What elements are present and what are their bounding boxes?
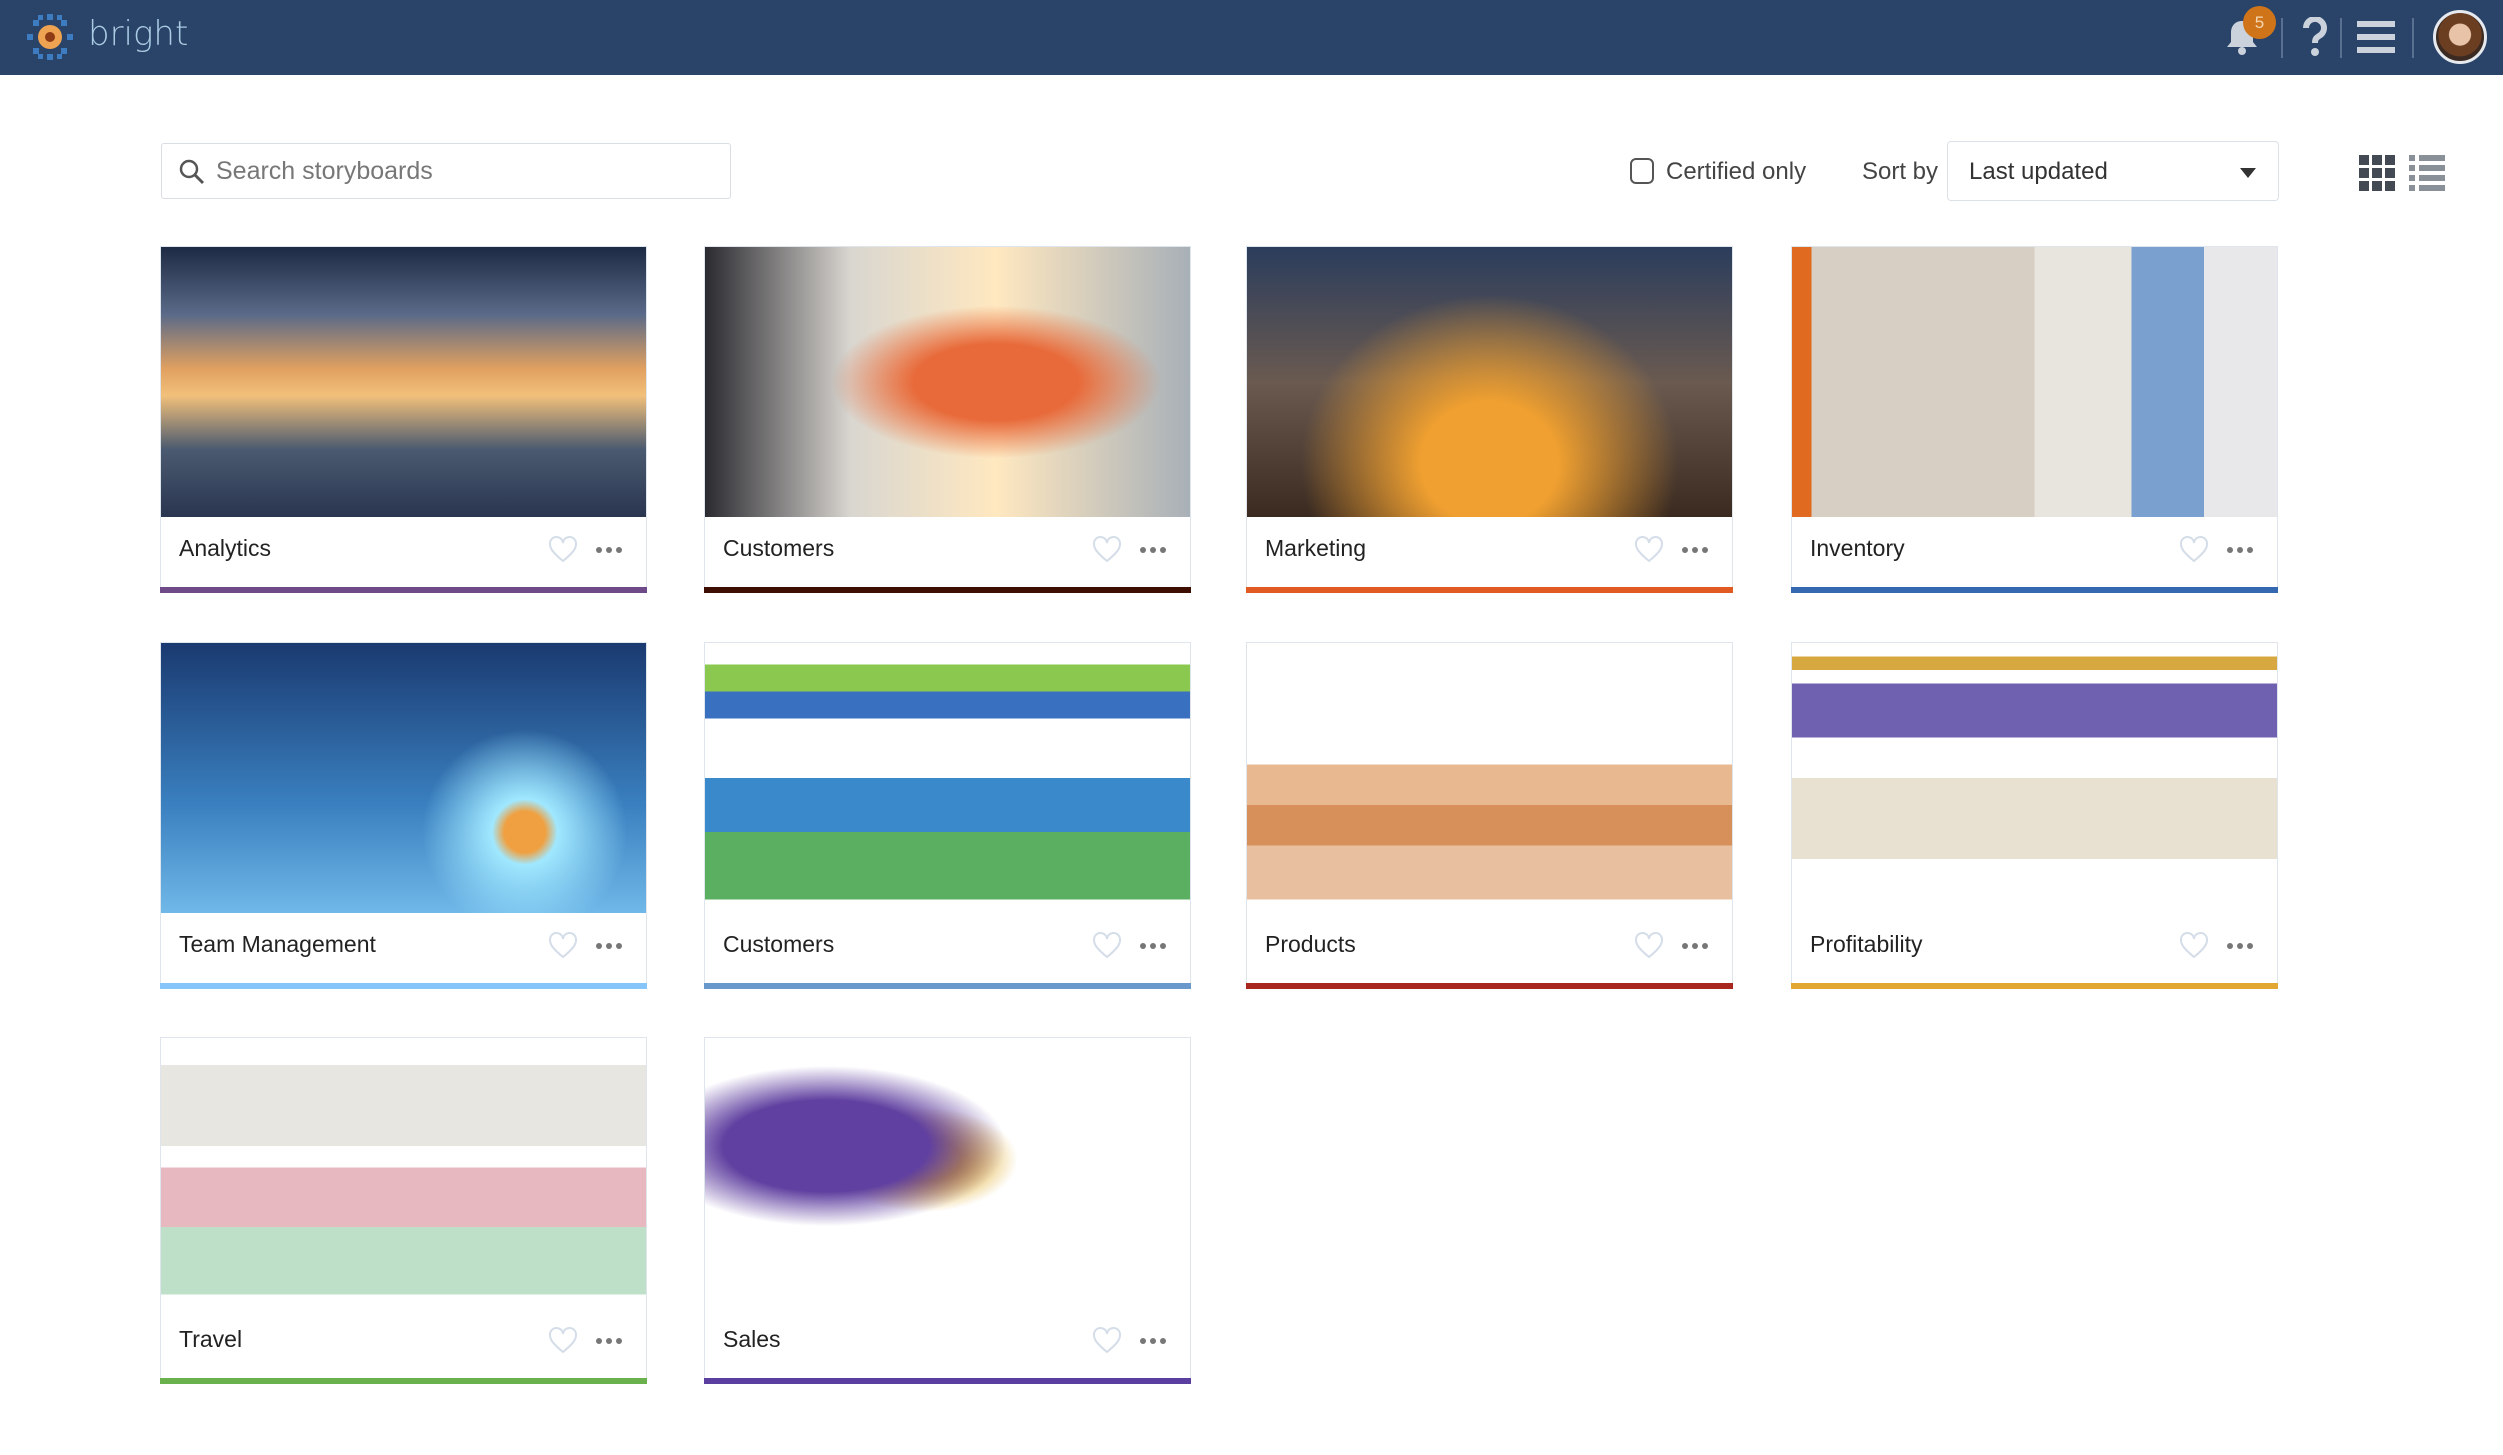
storyboard-thumbnail[interactable]: [161, 643, 646, 913]
category-color-bar: [704, 983, 1191, 989]
help-icon: [2302, 17, 2327, 56]
certified-only-label[interactable]: Certified only: [1666, 158, 1806, 186]
category-color-bar: [1791, 983, 2278, 989]
storyboard-title[interactable]: Products: [1265, 931, 1356, 958]
search-icon: [179, 159, 205, 185]
heart-icon[interactable]: [1092, 1326, 1122, 1354]
search-box: [161, 143, 731, 199]
heart-icon[interactable]: [2179, 931, 2209, 959]
divider: [2340, 18, 2342, 58]
storyboard-thumbnail[interactable]: [705, 643, 1190, 913]
storyboard-card[interactable]: Customers: [704, 246, 1191, 593]
storyboard-title[interactable]: Sales: [723, 1326, 781, 1353]
storyboard-thumbnail[interactable]: [161, 1038, 646, 1308]
help-button[interactable]: [2295, 12, 2335, 62]
storyboard-thumbnail[interactable]: [1247, 643, 1732, 913]
brand-name: bright: [88, 14, 189, 54]
divider: [2412, 18, 2414, 58]
heart-icon[interactable]: [548, 931, 578, 959]
bright-logo[interactable]: [26, 13, 74, 61]
category-color-bar: [1246, 587, 1733, 593]
heart-icon[interactable]: [1092, 931, 1122, 959]
storyboard-title[interactable]: Marketing: [1265, 535, 1366, 562]
more-options-icon[interactable]: [596, 943, 622, 949]
search-input[interactable]: [216, 144, 716, 198]
storyboard-card[interactable]: Team Management: [160, 642, 647, 989]
storyboard-title[interactable]: Profitability: [1810, 931, 1922, 958]
storyboard-thumbnail[interactable]: [705, 247, 1190, 517]
more-options-icon[interactable]: [1682, 547, 1708, 553]
more-options-icon[interactable]: [596, 547, 622, 553]
sort-value: Last updated: [1969, 158, 2108, 185]
category-color-bar: [160, 1378, 647, 1384]
heart-icon[interactable]: [548, 1326, 578, 1354]
heart-icon[interactable]: [1634, 535, 1664, 563]
storyboard-title[interactable]: Inventory: [1810, 535, 1905, 562]
avatar[interactable]: [2433, 10, 2487, 64]
category-color-bar: [1246, 983, 1733, 989]
storyboard-card[interactable]: Marketing: [1246, 246, 1733, 593]
list-view-icon[interactable]: [2409, 155, 2445, 191]
storyboard-card[interactable]: Inventory: [1791, 246, 2278, 593]
notification-badge: 5: [2243, 6, 2276, 39]
category-color-bar: [704, 1378, 1191, 1384]
storyboard-card[interactable]: Travel: [160, 1037, 647, 1384]
storyboard-thumbnail[interactable]: [705, 1038, 1190, 1308]
more-options-icon[interactable]: [2227, 547, 2253, 553]
category-color-bar: [1791, 587, 2278, 593]
storyboard-card[interactable]: Analytics: [160, 246, 647, 593]
storyboard-title[interactable]: Travel: [179, 1326, 242, 1353]
heart-icon[interactable]: [1092, 535, 1122, 563]
storyboard-title[interactable]: Customers: [723, 931, 834, 958]
storyboard-card[interactable]: Profitability: [1791, 642, 2278, 989]
certified-only-checkbox[interactable]: [1630, 158, 1654, 184]
menu-icon: [2357, 21, 2395, 53]
storyboard-thumbnail[interactable]: [1792, 643, 2277, 913]
more-options-icon[interactable]: [1140, 943, 1166, 949]
top-nav-bar: bright 5: [0, 0, 2503, 75]
menu-button[interactable]: [2356, 12, 2396, 62]
storyboard-thumbnail[interactable]: [1247, 247, 1732, 517]
more-options-icon[interactable]: [2227, 943, 2253, 949]
category-color-bar: [160, 983, 647, 989]
heart-icon[interactable]: [1634, 931, 1664, 959]
category-color-bar: [160, 587, 647, 593]
sort-by-label: Sort by: [1862, 158, 1939, 185]
storyboard-card[interactable]: Customers: [704, 642, 1191, 989]
heart-icon[interactable]: [548, 535, 578, 563]
storyboard-title[interactable]: Customers: [723, 535, 834, 562]
storyboard-card[interactable]: Products: [1246, 642, 1733, 989]
chevron-down-icon: [2240, 168, 2256, 178]
sort-select[interactable]: Last updated: [1947, 141, 2279, 201]
more-options-icon[interactable]: [1682, 943, 1708, 949]
storyboard-thumbnail[interactable]: [1792, 247, 2277, 517]
storyboard-title[interactable]: Analytics: [179, 535, 271, 562]
storyboard-title[interactable]: Team Management: [179, 931, 376, 958]
heart-icon[interactable]: [2179, 535, 2209, 563]
grid-view-icon[interactable]: [2359, 155, 2395, 191]
more-options-icon[interactable]: [1140, 547, 1166, 553]
more-options-icon[interactable]: [596, 1338, 622, 1344]
divider: [2281, 18, 2283, 58]
storyboard-card[interactable]: Sales: [704, 1037, 1191, 1384]
category-color-bar: [704, 587, 1191, 593]
storyboard-thumbnail[interactable]: [161, 247, 646, 517]
more-options-icon[interactable]: [1140, 1338, 1166, 1344]
